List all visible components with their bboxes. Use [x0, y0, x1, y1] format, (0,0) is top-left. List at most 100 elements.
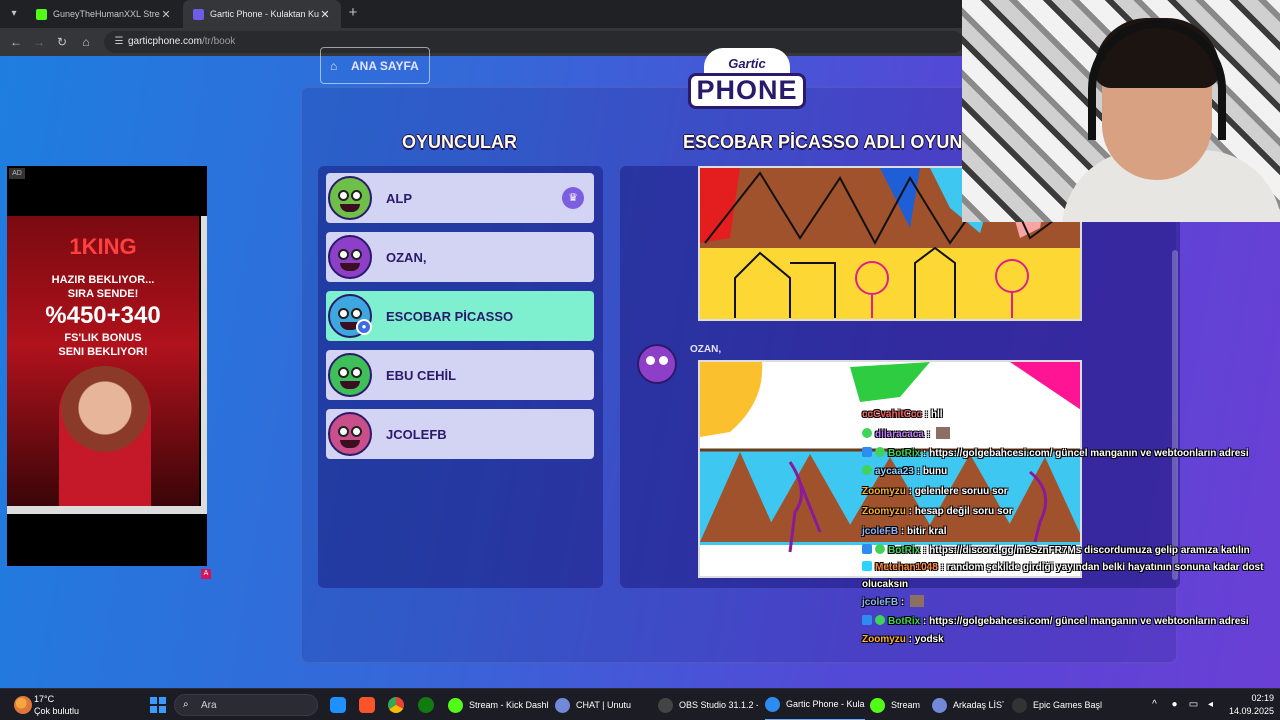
chat-message: BotRix : https://golgebahcesi.com/ günce…	[862, 613, 1280, 630]
weather-icon[interactable]	[14, 696, 32, 714]
stream-chat-overlay: ccCvahitCcc : hll dilaracaca : BotRix : h…	[862, 405, 1280, 695]
tab-gartic-phone[interactable]: Gartic Phone - Kulaktan Kulağa ✕	[183, 0, 341, 28]
chevron-up-icon[interactable]: ^	[1148, 698, 1161, 711]
player-row[interactable]: JCOLEFB	[326, 409, 594, 459]
player-name: EBU CEHİL	[386, 367, 457, 383]
player-row[interactable]: EBU CEHİL	[326, 350, 594, 400]
emote-icon	[935, 427, 950, 439]
app-icon	[448, 697, 463, 713]
ad-brand: 1KING	[69, 234, 137, 259]
brave-icon[interactable]	[359, 697, 375, 713]
author-avatar	[637, 344, 677, 384]
weather-temp[interactable]: 17°C	[34, 694, 54, 704]
bot-badge-icon	[862, 615, 872, 625]
xbox-icon[interactable]	[418, 697, 434, 713]
network-icon[interactable]: ▭	[1187, 698, 1200, 711]
taskbar-app[interactable]: Gartic Phone - Kulak	[765, 689, 865, 720]
volume-icon[interactable]: ◂	[1204, 698, 1217, 711]
webcam-overlay	[962, 0, 1280, 222]
chat-message: BotRix : https://golgebahcesi.com/ günce…	[862, 445, 1280, 462]
verified-badge-icon	[862, 465, 872, 475]
back-icon[interactable]: ←	[8, 34, 24, 50]
address-bar[interactable]: ☰ garticphone.com/tr/book	[104, 31, 964, 53]
chat-message: jcoleFB :	[862, 593, 1280, 613]
chat-username: aycaa23	[875, 466, 914, 477]
microphone-icon[interactable]: ●	[1168, 698, 1181, 711]
player-row[interactable]: ALP ♛	[326, 173, 594, 223]
chat-text: yodsk	[914, 634, 944, 645]
reload-icon[interactable]: ↻	[54, 34, 70, 50]
close-icon[interactable]: ✕	[160, 8, 172, 21]
taskbar-app-label: Arkadaş LİSTE	[953, 700, 1004, 710]
chat-message: ccCvahitCcc : hll	[862, 409, 943, 420]
home-icon[interactable]: ⌂	[78, 34, 94, 50]
chat-message: Zoomyzu : yodsk	[862, 634, 944, 645]
edge-icon[interactable]	[330, 697, 346, 713]
ad-promo: %450+340	[45, 302, 161, 329]
chat-username: jcoleFB	[862, 526, 899, 537]
chrome-icon[interactable]	[388, 697, 404, 713]
app-icon	[932, 697, 947, 713]
chat-username: Metehan1048	[875, 562, 938, 573]
chat-message: Metehan1048 : random şekilde girdiği yay…	[862, 561, 1264, 590]
adchoices-icon[interactable]: A	[201, 569, 211, 579]
taskbar-search[interactable]: ⌕ Ara	[174, 694, 318, 716]
players-title: OYUNCULAR	[402, 132, 517, 152]
player-name: ALP	[386, 190, 412, 206]
chat-text: hesap değil soru sor	[914, 506, 1013, 517]
taskbar-app-label: Stream	[891, 700, 921, 710]
weather-desc[interactable]: Çok bulutlu	[34, 706, 79, 716]
verified-badge-icon	[875, 615, 885, 625]
chat-username: BotRix	[888, 545, 921, 556]
ad-tag: AD	[9, 168, 25, 179]
url-text: garticphone.com/tr/book	[128, 36, 236, 47]
chat-username: BotRix	[888, 448, 921, 459]
chat-message: Zoomyzu : hesap değil soru sor	[862, 506, 1013, 517]
windows-start-icon[interactable]	[150, 697, 166, 713]
bot-badge-icon	[862, 561, 872, 571]
ad-creative[interactable]: 1KING HAZIR BEKLIYOR... SIRA SENDE! %450…	[7, 216, 199, 506]
taskbar-app[interactable]: Arkadaş LİSTE	[932, 689, 1004, 720]
ad-scrollbar[interactable]	[201, 216, 207, 506]
book-title: ESCOBAR PİCASSO ADLI OYUN	[683, 132, 963, 152]
taskbar-app[interactable]: Stream - Kick Dashb	[448, 689, 548, 720]
gartic-phone-logo: Gartic PHONE	[688, 48, 806, 120]
taskbar-app[interactable]: Stream	[870, 689, 925, 720]
chat-text: https://golgebahcesi.com/ güncel manganı…	[929, 448, 1249, 459]
ad-banner[interactable]: AD 1KING HAZIR BEKLIYOR... SIRA SENDE! %…	[7, 166, 211, 579]
app-icon	[555, 697, 570, 713]
gartic-icon	[193, 8, 204, 20]
chat-text: hll	[930, 409, 943, 420]
home-button[interactable]: ⌂ ANA SAYFA	[320, 47, 430, 84]
clock-date[interactable]: 14.09.2025	[1218, 706, 1274, 716]
taskbar-app[interactable]: Epic Games Başlatı	[1012, 689, 1102, 720]
ad-line: SIRA SENDE!	[67, 288, 139, 300]
ad-line: SENI BEKLIYOR!	[58, 346, 148, 358]
ad-scrollbar[interactable]	[7, 506, 207, 514]
verified-badge-icon	[875, 447, 885, 457]
close-icon[interactable]: ✕	[319, 8, 331, 21]
chat-text: https://discord.gg/m9SznFR7Ms discordumu…	[929, 545, 1250, 556]
player-avatar	[328, 176, 372, 220]
ad-line: FS'LIK BONUS	[64, 332, 142, 344]
player-row[interactable]: OZAN,	[326, 232, 594, 282]
player-row[interactable]: ESCOBAR PİCASSO ●	[326, 291, 594, 341]
chat-username: ccCvahitCcc	[862, 409, 923, 420]
app-icon	[765, 696, 780, 712]
chat-text: bunu	[922, 466, 948, 477]
player-avatar	[328, 412, 372, 456]
tab-kick-stream[interactable]: GuneyTheHumanXXL Stream - ✕	[26, 0, 182, 28]
taskbar-app[interactable]: OBS Studio 31.1.2 - P	[658, 689, 758, 720]
chat-text: gelenlere soruu sor	[914, 486, 1008, 497]
taskbar-app[interactable]: CHAT | Unutu	[555, 689, 651, 720]
verified-badge-icon	[875, 544, 885, 554]
site-info-icon[interactable]: ☰	[112, 35, 126, 49]
new-tab-icon[interactable]: +	[345, 5, 361, 21]
app-icon	[870, 697, 885, 713]
clock-time[interactable]: 02:19	[1218, 693, 1274, 703]
taskbar-app-label: Epic Games Başlatı	[1033, 700, 1102, 710]
user-icon: ●	[356, 319, 372, 335]
tab-search-icon[interactable]: ▾	[6, 6, 22, 22]
forward-icon[interactable]: →	[31, 34, 47, 50]
home-button-label: ANA SAYFA	[351, 58, 419, 73]
